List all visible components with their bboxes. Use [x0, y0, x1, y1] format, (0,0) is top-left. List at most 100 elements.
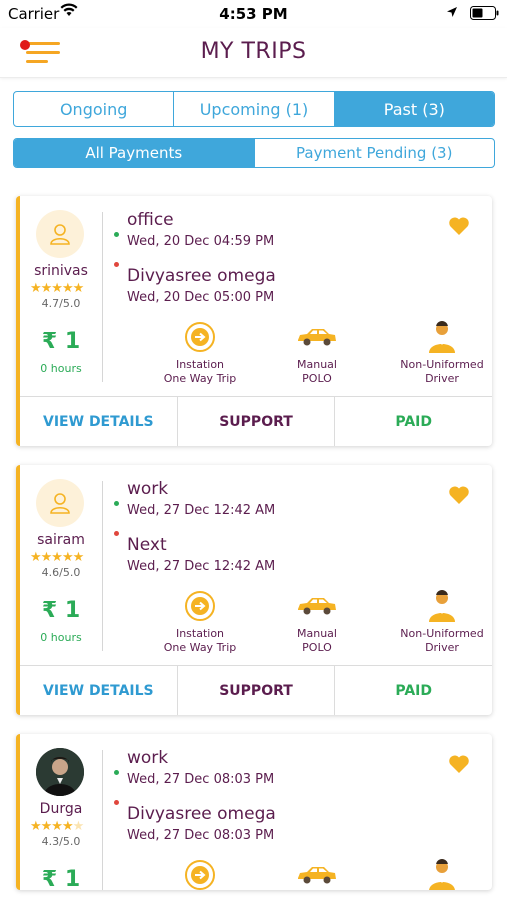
- drop-dot: [114, 531, 119, 536]
- star-rating: ★★★★★: [30, 550, 84, 565]
- drop-time: Wed, 27 Dec 12:42 AM: [127, 559, 276, 574]
- arrow-circle-icon: [185, 591, 215, 621]
- star-rating: ★★★★★: [30, 819, 84, 834]
- arrow-circle-icon: [185, 322, 215, 352]
- pickup-time: Wed, 27 Dec 12:42 AM: [127, 503, 276, 518]
- driver-info: sairam ★★★★★ 4.6/5.0 ₹ 1 0 hours: [20, 465, 102, 665]
- car-icon: [298, 598, 336, 615]
- user-icon: [50, 493, 70, 514]
- card-actions: VIEW DETAILS SUPPORT PAID: [20, 665, 492, 715]
- car-icon: [298, 329, 336, 346]
- trip-type: Instation One Way Trip: [150, 589, 250, 655]
- car-model: POLO: [302, 372, 332, 385]
- avatar: [36, 210, 84, 258]
- transmission: Manual: [297, 358, 337, 371]
- divider: [102, 481, 103, 651]
- tab-upcoming[interactable]: Upcoming (1): [174, 92, 335, 126]
- tab-ongoing[interactable]: Ongoing: [14, 92, 175, 126]
- car-info: [272, 858, 362, 890]
- car-info: Manual POLO: [272, 320, 362, 386]
- rating-value: 4.3/5.0: [41, 835, 81, 848]
- divider: [102, 212, 103, 382]
- pickup-time: Wed, 27 Dec 08:03 PM: [127, 772, 275, 787]
- view-details-button[interactable]: VIEW DETAILS: [20, 666, 178, 715]
- driver-info: srinivas ★★★★★ 4.7/5.0 ₹ 1 0 hours: [20, 196, 102, 396]
- trip-type-line2: One Way Trip: [163, 372, 237, 385]
- trip-type-line1: Instation: [175, 627, 225, 640]
- trip-duration: 0 hours: [40, 631, 82, 644]
- car-icon: [298, 867, 336, 884]
- trip-type: [150, 858, 250, 890]
- drop-name: Next: [127, 535, 167, 555]
- tab-payment-pending[interactable]: Payment Pending (3): [255, 139, 495, 167]
- driver-name: Durga: [39, 801, 83, 817]
- pickup-name: work: [127, 748, 169, 768]
- location-arrow-icon: [447, 7, 457, 17]
- car-info: Manual POLO: [272, 589, 362, 655]
- pickup-name: work: [127, 479, 169, 499]
- driver-type: [392, 858, 492, 890]
- trip-status-tabs: Ongoing Upcoming (1) Past (3): [13, 91, 495, 127]
- tab-all-payments[interactable]: All Payments: [14, 139, 255, 167]
- user-icon: [50, 224, 70, 245]
- avatar: [36, 479, 84, 527]
- trip-type: Instation One Way Trip: [150, 320, 250, 386]
- card-actions: VIEW DETAILS SUPPORT PAID: [20, 396, 492, 446]
- payment-status: PAID: [395, 682, 432, 699]
- drop-dot: [114, 800, 119, 805]
- driver-name: sairam: [37, 532, 85, 548]
- driver-info: Durga ★★★★★ 4.3/5.0 ₹ 1: [20, 734, 102, 890]
- pickup-name: office: [127, 210, 174, 230]
- driver-type-line2: Driver: [425, 641, 459, 654]
- heart-icon[interactable]: [448, 216, 470, 236]
- driver-type-line2: Driver: [425, 372, 459, 385]
- rating-value: 4.7/5.0: [41, 297, 81, 310]
- view-details-button[interactable]: VIEW DETAILS: [20, 397, 178, 446]
- clock: 4:53 PM: [219, 5, 288, 23]
- driver-person-icon: [429, 590, 455, 622]
- tab-past[interactable]: Past (3): [334, 92, 494, 126]
- trip-type-line1: Instation: [175, 358, 225, 371]
- app-header: MY TRIPS: [0, 28, 507, 78]
- avatar: [36, 748, 84, 796]
- driver-person-icon: [429, 321, 455, 353]
- pickup-dot: [114, 501, 119, 506]
- fare-amount: ₹ 1: [41, 867, 81, 890]
- pickup-dot: [114, 232, 119, 237]
- drop-time: Wed, 20 Dec 05:00 PM: [127, 290, 275, 305]
- driver-type-line1: Non-Uniformed: [400, 627, 484, 640]
- transmission: Manual: [297, 627, 337, 640]
- car-model: POLO: [302, 641, 332, 654]
- divider: [102, 750, 103, 890]
- drop-dot: [114, 262, 119, 267]
- trip-type-line2: One Way Trip: [163, 641, 237, 654]
- rating-value: 4.6/5.0: [41, 566, 81, 579]
- status-bar: Carrier 4:53 PM: [0, 0, 507, 28]
- trip-card[interactable]: sairam ★★★★★ 4.6/5.0 ₹ 1 0 hours work We…: [16, 465, 492, 715]
- fare-amount: ₹ 1: [41, 329, 81, 354]
- drop-name: Divyasree omega: [127, 266, 276, 286]
- page-title: MY TRIPS: [200, 39, 307, 64]
- battery-icon: [470, 6, 499, 20]
- driver-type: Non-Uniformed Driver: [392, 320, 492, 386]
- arrow-circle-icon: [185, 860, 215, 890]
- pickup-dot: [114, 770, 119, 775]
- driver-type-line1: Non-Uniformed: [400, 358, 484, 371]
- support-button[interactable]: SUPPORT: [178, 397, 336, 446]
- support-button[interactable]: SUPPORT: [178, 666, 336, 715]
- driver-photo: [36, 748, 84, 796]
- trip-card[interactable]: Durga ★★★★★ 4.3/5.0 ₹ 1 work Wed, 27 Dec…: [16, 734, 492, 890]
- trip-duration: 0 hours: [40, 362, 82, 375]
- drop-time: Wed, 27 Dec 08:03 PM: [127, 828, 275, 843]
- heart-icon[interactable]: [448, 754, 470, 774]
- driver-name: srinivas: [34, 263, 88, 279]
- pickup-time: Wed, 20 Dec 04:59 PM: [127, 234, 275, 249]
- fare-amount: ₹ 1: [41, 598, 81, 623]
- driver-person-icon: [429, 859, 455, 890]
- driver-type: Non-Uniformed Driver: [392, 589, 492, 655]
- star-rating: ★★★★★: [30, 281, 84, 296]
- drop-name: Divyasree omega: [127, 804, 276, 824]
- payment-filter-tabs: All Payments Payment Pending (3): [13, 138, 495, 168]
- heart-icon[interactable]: [448, 485, 470, 505]
- trip-card[interactable]: srinivas ★★★★★ 4.7/5.0 ₹ 1 0 hours offic…: [16, 196, 492, 446]
